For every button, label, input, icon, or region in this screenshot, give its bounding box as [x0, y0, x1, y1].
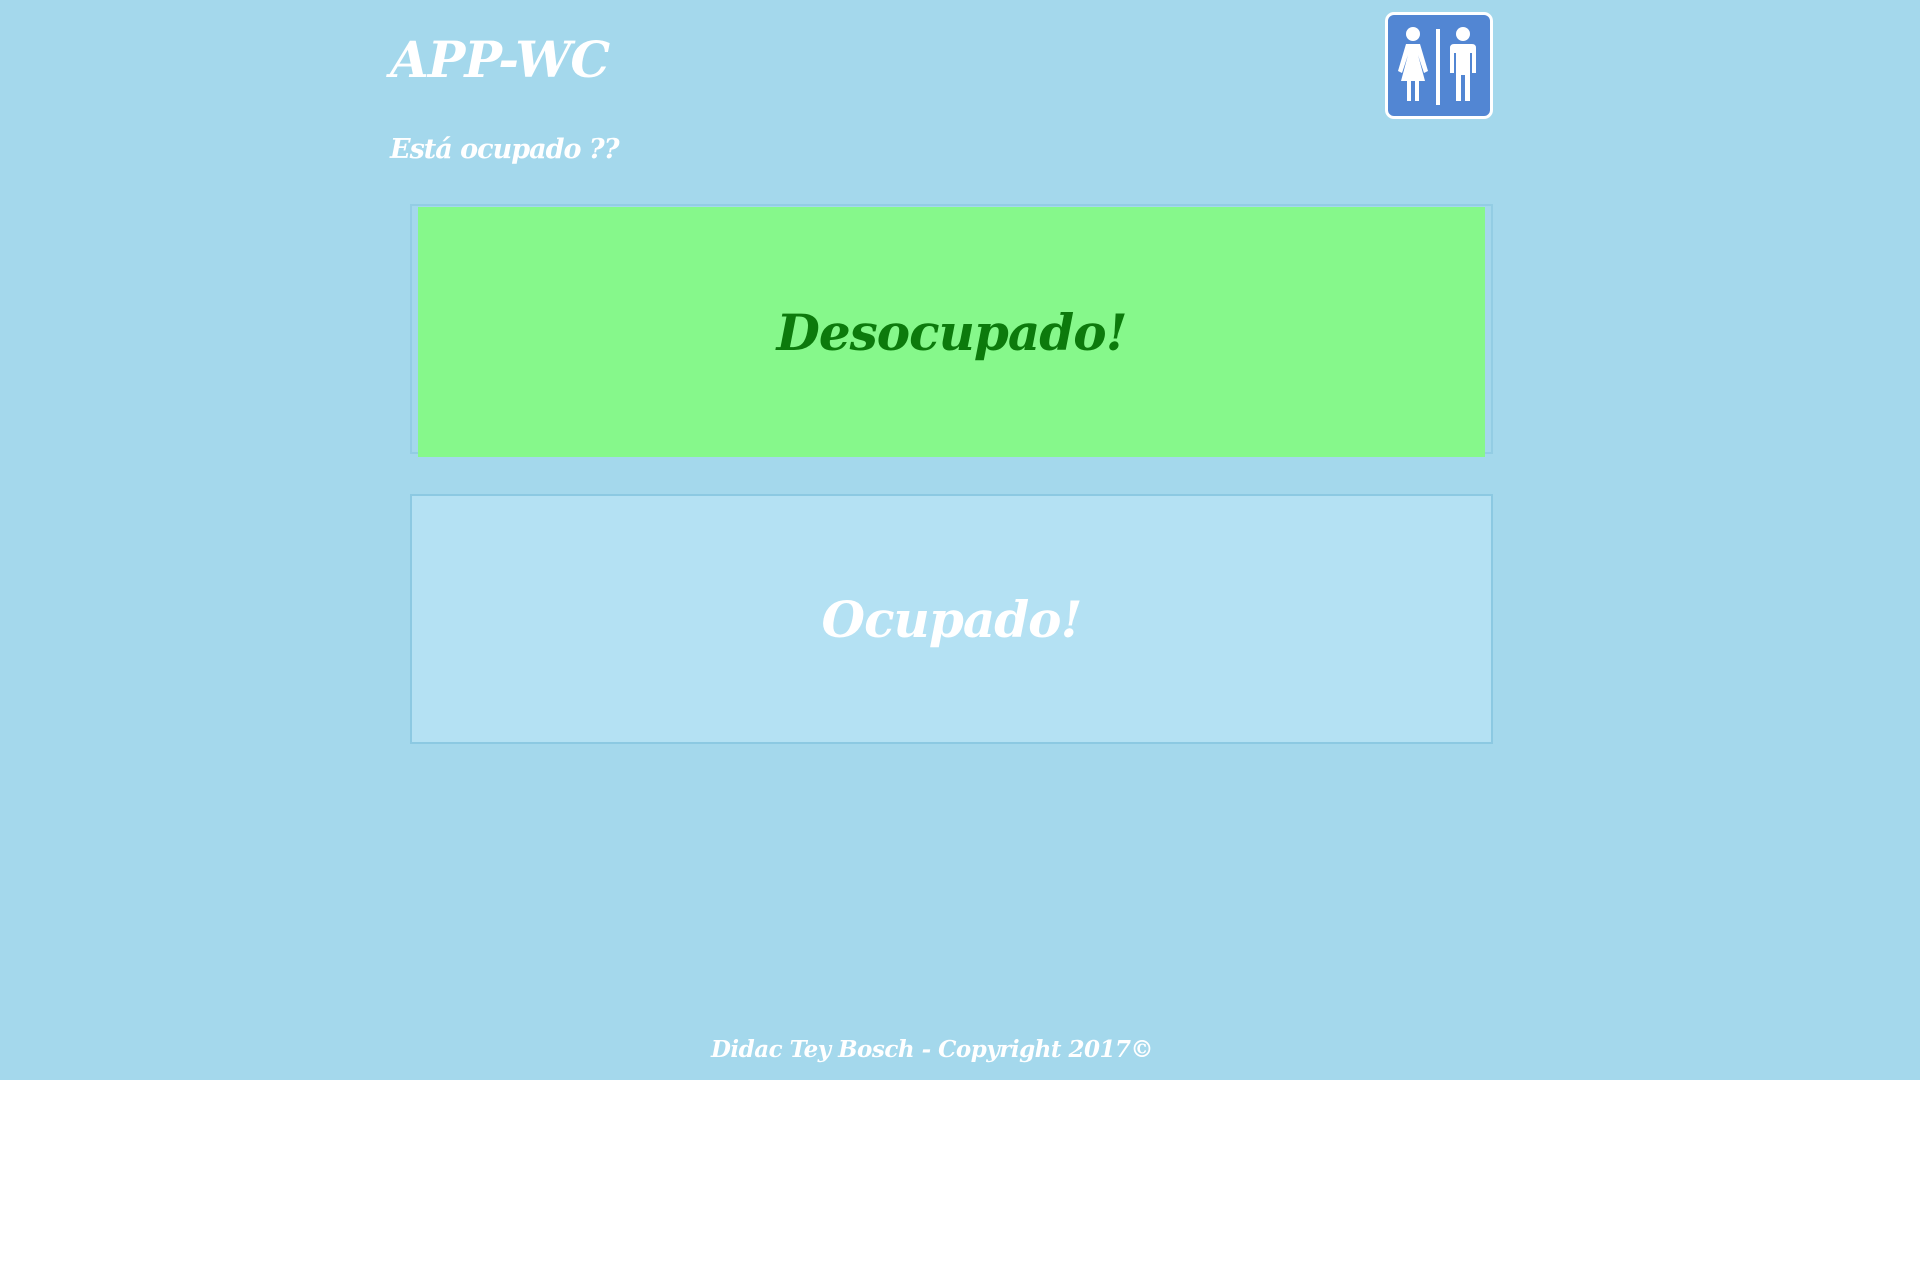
page: APP-WC Está ocupado ?? Desocupado! Ocupa…	[0, 0, 1920, 1080]
free-status-button[interactable]: Desocupado!	[418, 207, 1485, 457]
free-status-label: Desocupado!	[776, 302, 1127, 362]
busy-status-button[interactable]: Ocupado!	[410, 494, 1493, 744]
busy-status-label: Ocupado!	[821, 589, 1083, 649]
app-title: APP-WC	[390, 30, 610, 89]
page-subtitle: Está ocupado ??	[390, 134, 620, 165]
restroom-sign-icon	[1385, 12, 1493, 119]
footer-copyright: Didac Tey Bosch - Copyright 2017©	[710, 1036, 1154, 1063]
